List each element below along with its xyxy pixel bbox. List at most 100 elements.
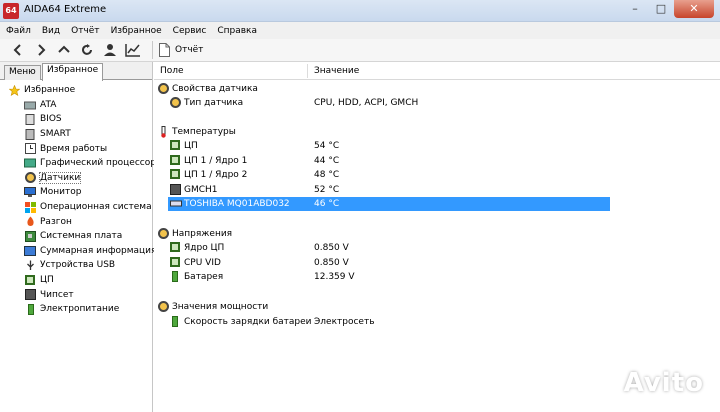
user-button[interactable] [100, 40, 120, 60]
field-value: CPU, HDD, ACPI, GMCH [314, 98, 419, 108]
user-icon [104, 44, 116, 56]
list-item[interactable]: Батарея 12.359 V [154, 270, 610, 284]
tree-item-overclock[interactable]: Разгон [0, 214, 152, 229]
motherboard-icon [24, 230, 36, 242]
up-button[interactable] [54, 40, 74, 60]
field-name: Батарея [184, 272, 224, 282]
refresh-button[interactable] [77, 40, 97, 60]
menu-view[interactable]: Вид [42, 26, 60, 36]
menu-help[interactable]: Справка [217, 26, 257, 36]
section-sensor-properties[interactable]: Свойства датчика [154, 82, 610, 96]
benchmark-button[interactable] [123, 40, 143, 60]
forward-button[interactable] [31, 40, 51, 60]
field-value: 48 °C [314, 170, 340, 180]
tree-item-label: Монитор [40, 187, 82, 198]
field-name: Скорость зарядки батареи [184, 317, 312, 327]
tree-item-label: Датчики [38, 171, 82, 184]
tree-item-label: SMART [40, 129, 71, 140]
power-icon [24, 303, 36, 315]
tree-item-monitor[interactable]: Монитор [0, 185, 152, 200]
battery-icon [170, 316, 182, 328]
field-value: 52 °C [314, 185, 340, 195]
tree-item-summary[interactable]: Суммарная информация [0, 244, 156, 259]
section-power-values[interactable]: Значения мощности [154, 300, 610, 314]
voltage-icon [158, 228, 170, 240]
menu-bar: Файл Вид Отчёт Избранное Сервис Справка [0, 22, 720, 39]
list-item[interactable]: Ядро ЦП 0.850 V [154, 241, 610, 255]
tree-item-gpu[interactable]: Графический процессор [0, 156, 156, 171]
tree-item-cpu[interactable]: ЦП [0, 273, 152, 288]
list-item[interactable]: GMCH1 52 °C [154, 183, 610, 197]
tree-item-label: Время работы [40, 143, 108, 154]
back-icon [13, 44, 21, 56]
list-item[interactable]: ЦП 54 °C [154, 139, 610, 153]
column-value[interactable]: Значение [314, 66, 359, 76]
chart-icon [125, 44, 140, 57]
list-item-selected[interactable]: TOSHIBA MQ01ABD032 46 °C [168, 197, 610, 211]
tree-item-os[interactable]: Операционная система [0, 200, 152, 215]
list-item[interactable]: Тип датчика CPU, HDD, ACPI, GMCH [154, 96, 610, 110]
list-item[interactable]: Скорость зарядки батареи Электросеть [154, 315, 610, 329]
tree-item-label: Системная плата [40, 231, 123, 242]
minimize-button[interactable]: – [622, 0, 648, 18]
sensor-icon [170, 97, 182, 109]
menu-tools[interactable]: Сервис [173, 26, 207, 36]
tree-item-label: Операционная система [40, 202, 152, 213]
tree-item-usb[interactable]: Устройства USB [0, 258, 152, 273]
drive-icon [170, 198, 182, 210]
tree-item-sensors[interactable]: Датчики [0, 171, 152, 186]
sensor-icon [158, 83, 170, 95]
drive-icon [24, 99, 36, 110]
tree-item-uptime[interactable]: Время работы [0, 141, 152, 156]
tree-item-chipset[interactable]: Чипсет [0, 287, 152, 302]
field-name: Ядро ЦП [184, 243, 225, 253]
left-tabs: Меню Избранное [0, 62, 152, 81]
tree-item-power[interactable]: Электропитание [0, 302, 152, 317]
menu-favorites[interactable]: Избранное [111, 26, 162, 36]
field-name: ЦП [184, 141, 198, 151]
field-name: CPU VID [184, 258, 221, 268]
menu-file[interactable]: Файл [6, 26, 31, 36]
maximize-button[interactable]: □ [648, 0, 674, 18]
app-icon: 64 [3, 3, 19, 19]
field-name: ЦП 1 / Ядро 2 [184, 170, 248, 180]
left-panel: Меню Избранное Избранное ATA BIOS SMART … [0, 62, 156, 412]
tree-item-ata[interactable]: ATA [0, 98, 152, 113]
column-field[interactable]: Поле [160, 66, 184, 76]
toolbar: Отчёт [0, 39, 720, 62]
tree-item-bios[interactable]: BIOS [0, 112, 152, 127]
refresh-icon [82, 44, 92, 55]
back-button[interactable] [8, 40, 28, 60]
chipset-icon [170, 184, 182, 196]
section-voltages[interactable]: Напряжения [154, 227, 610, 241]
field-name: Тип датчика [184, 98, 244, 108]
tree-item-label: Суммарная информация [40, 245, 157, 256]
cpu-icon [24, 275, 36, 286]
section-temperatures[interactable]: Температуры [154, 125, 610, 139]
tab-menu[interactable]: Меню [4, 65, 41, 80]
tree-item-smart[interactable]: SMART [0, 127, 152, 142]
section-title: Напряжения [172, 229, 233, 239]
field-value: 54 °C [314, 141, 340, 151]
field-name: GMCH1 [184, 185, 218, 195]
list-item[interactable]: ЦП 1 / Ядро 1 44 °C [154, 154, 610, 168]
tree-item-motherboard[interactable]: Системная плата [0, 229, 152, 244]
close-button[interactable]: ✕ [674, 0, 714, 18]
report-label: Отчёт [175, 45, 204, 55]
window-controls: – □ ✕ [622, 0, 714, 18]
tree-root-label: Избранное [24, 85, 76, 96]
tab-favorites[interactable]: Избранное [42, 63, 104, 81]
tree-item-label: Электропитание [40, 304, 120, 315]
report-button[interactable]: Отчёт [159, 43, 203, 57]
menu-report[interactable]: Отчёт [71, 26, 99, 36]
list-item[interactable]: CPU VID 0.850 V [154, 256, 610, 270]
tree-item-label: Устройства USB [40, 260, 116, 271]
report-icon [159, 43, 170, 57]
title-bar: 64 AIDA64 Extreme – □ ✕ [0, 0, 720, 22]
tree-root-favorites[interactable]: Избранное [0, 83, 152, 98]
list-item[interactable]: ЦП 1 / Ядро 2 48 °C [154, 168, 610, 182]
toolbar-separator [152, 41, 153, 59]
column-divider[interactable] [307, 64, 308, 78]
chip-icon [170, 242, 182, 254]
battery-icon [170, 271, 182, 283]
